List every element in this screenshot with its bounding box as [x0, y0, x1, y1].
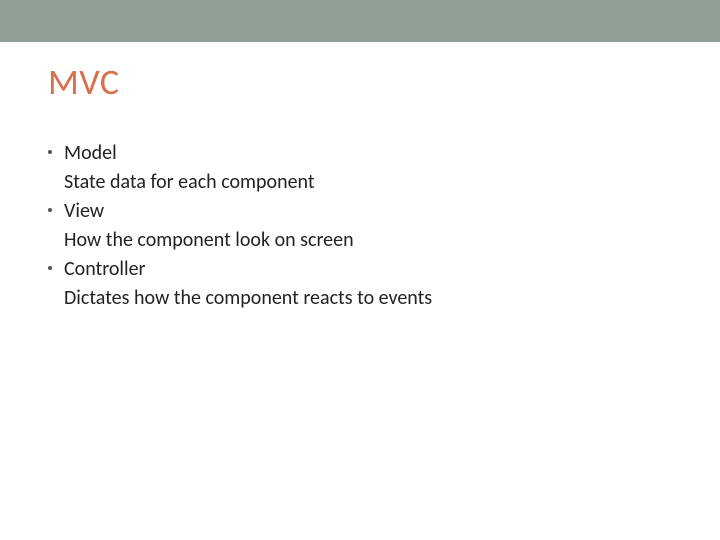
item-desc: State data for each component: [54, 169, 672, 196]
item-label: View: [64, 198, 672, 225]
bullet-list: Model State data for each component View…: [48, 140, 672, 312]
bullet-icon: [48, 150, 52, 154]
bullet-icon: [48, 266, 52, 270]
list-item: Controller: [54, 256, 672, 283]
list-item: View: [54, 198, 672, 225]
slide-title: MVC: [48, 60, 672, 104]
top-bar: [0, 0, 720, 42]
item-desc: Dictates how the component reacts to eve…: [54, 285, 672, 312]
slide-content: MVC Model State data for each component …: [0, 42, 720, 312]
item-label: Model: [64, 140, 672, 167]
item-desc: How the component look on screen: [54, 227, 672, 254]
item-label: Controller: [64, 256, 672, 283]
list-item: Model: [54, 140, 672, 167]
bullet-icon: [48, 208, 52, 212]
